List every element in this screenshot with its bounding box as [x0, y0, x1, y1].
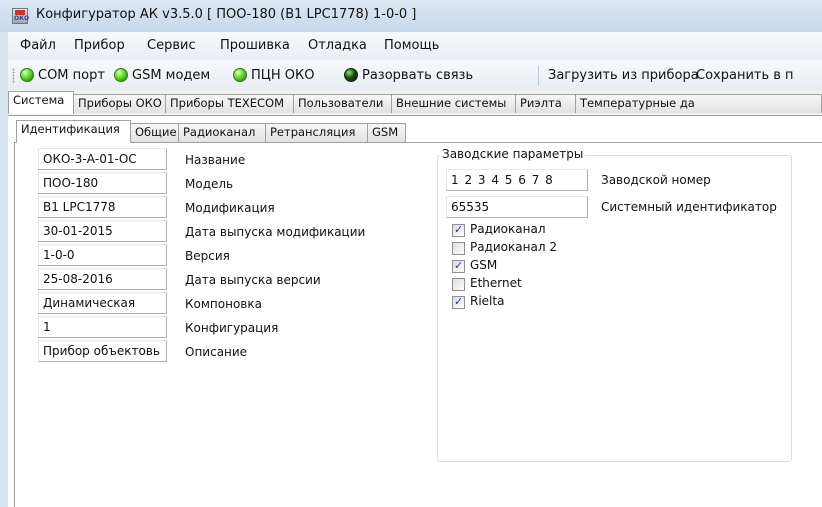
- rielta-label: Rielta: [470, 294, 505, 308]
- sub-tab-strip: Идентификация Общие Радиоканал Ретрансля…: [8, 119, 822, 143]
- app-icon: ОКО: [12, 8, 30, 24]
- version-label: Версия: [185, 249, 230, 263]
- name-field[interactable]: ОКО-3-А-01-ОС: [38, 148, 167, 170]
- factory-params-title: Заводские параметры: [440, 147, 586, 161]
- tab-gsm[interactable]: GSM: [367, 123, 406, 142]
- identification-panel: ОКО-3-А-01-ОС Название ПОО-180 Модель B1…: [14, 142, 822, 507]
- gsm-modem-status-icon: [114, 68, 128, 82]
- system-tab-panel: Идентификация Общие Радиоканал Ретрансля…: [8, 115, 822, 507]
- description-field[interactable]: Прибор объектовь: [38, 340, 167, 362]
- pcn-oko-button[interactable]: ПЦН ОКО: [233, 65, 314, 85]
- menu-debug[interactable]: Отладка: [304, 37, 371, 54]
- name-label: Название: [185, 153, 246, 167]
- disconnect-label: Разорвать связь: [362, 67, 474, 83]
- disconnect-button[interactable]: Разорвать связь: [344, 65, 473, 85]
- app-window: ОКО Конфигуратор АК v3.5.0 [ ПОО-180 (B1…: [0, 0, 822, 507]
- configuration-label: Конфигурация: [185, 321, 279, 335]
- model-field[interactable]: ПОО-180: [38, 172, 167, 194]
- ethernet-label: Ethernet: [470, 276, 522, 290]
- menu-file[interactable]: Файл: [16, 37, 60, 54]
- app-icon-text: ОКО: [14, 15, 30, 22]
- radio-channel-2-checkbox[interactable]: [452, 242, 465, 255]
- serial-number-field[interactable]: 1 2 3 4 5 6 7 8: [446, 169, 588, 191]
- tab-rielta[interactable]: Риэлта: [515, 94, 576, 113]
- gsm-checkbox[interactable]: ✓: [452, 259, 465, 273]
- tab-retranslation[interactable]: Ретрансляция: [265, 123, 368, 142]
- load-from-device-label: Загрузить из прибора: [548, 67, 699, 83]
- menu-firmware[interactable]: Прошивка: [216, 37, 294, 54]
- tab-radio-channel[interactable]: Радиоканал: [178, 123, 266, 142]
- menu-help[interactable]: Помощь: [380, 37, 443, 54]
- com-port-button[interactable]: COM порт: [20, 65, 105, 85]
- menu-bar: Файл Прибор Сервис Прошивка Отладка Помо…: [8, 32, 822, 60]
- description-label: Описание: [185, 345, 248, 359]
- layout-field[interactable]: Динамическая: [38, 292, 167, 314]
- configuration-field[interactable]: 1: [38, 316, 167, 338]
- gsm-modem-button[interactable]: GSM модем: [114, 65, 210, 85]
- serial-number-label: Заводской номер: [601, 173, 711, 187]
- rielta-checkbox[interactable]: ✓: [452, 295, 465, 309]
- save-to-device-label: Сохранить в п: [696, 67, 794, 83]
- gsm-label: GSM: [470, 258, 498, 272]
- menu-device[interactable]: Прибор: [70, 37, 129, 54]
- toolbar-separator: [538, 66, 539, 86]
- model-label: Модель: [185, 177, 234, 191]
- pcn-oko-status-icon: [233, 68, 247, 82]
- modification-field[interactable]: B1 LPC1778: [38, 196, 167, 218]
- tab-system[interactable]: Система: [8, 91, 74, 114]
- tab-external-systems[interactable]: Внешние системы: [391, 94, 516, 113]
- system-id-field[interactable]: 65535: [446, 196, 588, 218]
- disconnect-status-icon: [344, 68, 358, 82]
- radio-channel-checkbox[interactable]: ✓: [452, 223, 465, 237]
- main-tab-strip: Система Приборы ОКО Приборы TEXECOM Поль…: [8, 90, 822, 116]
- ethernet-checkbox[interactable]: [452, 278, 465, 291]
- version-date-label: Дата выпуска версии: [185, 273, 321, 287]
- modification-date-label: Дата выпуска модификации: [185, 225, 366, 239]
- window-title: Конфигуратор АК v3.5.0 [ ПОО-180 (B1 LPC…: [36, 7, 417, 22]
- load-from-device-button[interactable]: Загрузить из прибора: [548, 65, 699, 85]
- com-port-status-icon: [20, 68, 34, 82]
- tab-identification[interactable]: Идентификация: [16, 120, 131, 143]
- toolbar: COM порт GSM модем ПЦН ОКО Разорвать свя…: [8, 60, 822, 91]
- modification-date-field[interactable]: 30-01-2015: [38, 220, 167, 242]
- toolbar-grip[interactable]: [12, 68, 15, 84]
- client-area: Файл Прибор Сервис Прошивка Отладка Помо…: [8, 32, 822, 507]
- gsm-modem-label: GSM модем: [132, 67, 211, 83]
- pcn-oko-label: ПЦН ОКО: [251, 67, 315, 83]
- tab-oko-devices[interactable]: Приборы ОКО: [73, 94, 166, 113]
- menu-service[interactable]: Сервис: [143, 37, 200, 54]
- tab-general[interactable]: Общие: [130, 123, 179, 142]
- com-port-label: COM порт: [38, 67, 105, 83]
- radio-channel-label: Радиоканал: [470, 222, 546, 236]
- version-date-field[interactable]: 25-08-2016: [38, 268, 167, 290]
- radio-channel-2-label: Радиоканал 2: [470, 240, 557, 254]
- version-field[interactable]: 1-0-0: [38, 244, 167, 266]
- save-to-device-button[interactable]: Сохранить в п: [696, 65, 794, 85]
- title-bar[interactable]: ОКО Конфигуратор АК v3.5.0 [ ПОО-180 (B1…: [0, 0, 822, 32]
- tab-temperature[interactable]: Температурные да: [575, 94, 822, 113]
- tab-texecom-devices[interactable]: Приборы TEXECOM: [165, 94, 294, 113]
- layout-label: Компоновка: [185, 297, 262, 311]
- system-id-label: Системный идентификатор: [601, 200, 777, 214]
- modification-label: Модификация: [185, 201, 275, 215]
- tab-users[interactable]: Пользователи: [293, 94, 392, 113]
